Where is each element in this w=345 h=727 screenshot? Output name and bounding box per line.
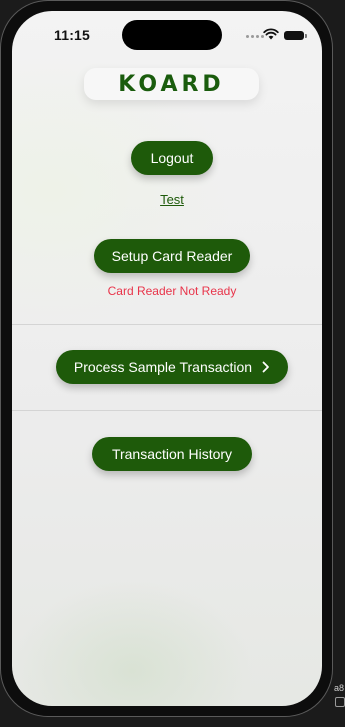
process-sample-transaction-button[interactable]: Process Sample Transaction	[56, 350, 288, 384]
divider	[12, 410, 322, 411]
status-bar: 11:15	[12, 11, 322, 55]
wifi-icon	[263, 28, 279, 40]
background-window-text: a8	[334, 683, 345, 693]
test-link[interactable]: Test	[12, 192, 322, 207]
logout-button-label: Logout	[150, 150, 194, 166]
cellular-signal-icon	[246, 35, 264, 38]
battery-icon	[284, 31, 307, 40]
phone-frame: 11:15 KOARD Logout Test Setup Card Reade…	[0, 0, 333, 717]
app-screen: 11:15 KOARD Logout Test Setup Card Reade…	[12, 11, 322, 706]
koard-logo: KOARD	[84, 68, 259, 100]
status-time: 11:15	[54, 27, 91, 43]
card-reader-status: Card Reader Not Ready	[107, 284, 237, 298]
divider	[12, 324, 322, 325]
process-transaction-label: Process Sample Transaction	[73, 359, 253, 375]
setup-card-reader-label: Setup Card Reader	[111, 248, 233, 264]
setup-card-reader-button[interactable]: Setup Card Reader	[94, 239, 250, 273]
transaction-history-button[interactable]: Transaction History	[92, 437, 252, 471]
dropdown-chevron-icon	[335, 697, 345, 707]
chevron-right-icon	[262, 361, 269, 373]
dynamic-island	[122, 20, 222, 50]
logout-button[interactable]: Logout	[131, 141, 213, 175]
logo-text: KOARD	[118, 71, 225, 97]
transaction-history-label: Transaction History	[111, 446, 233, 462]
